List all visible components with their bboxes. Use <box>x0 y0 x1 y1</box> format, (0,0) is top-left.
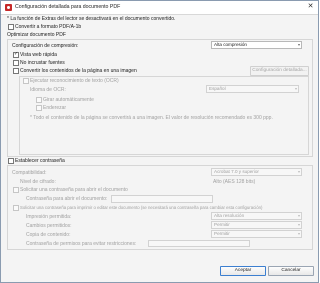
compatibility-label: Compatibilidad: <box>12 170 47 176</box>
convert-image-note: * Todo el contenido de la página se conv… <box>30 115 273 121</box>
print-allowed-select[interactable]: Alta resolución ▾ <box>211 212 302 220</box>
permissions-password-field[interactable] <box>148 240 250 247</box>
compression-select[interactable]: Alta compresión ▾ <box>211 41 302 49</box>
no-embed-fonts-checkbox[interactable] <box>13 60 19 66</box>
auto-rotate-label: Girar automáticamente <box>43 97 94 103</box>
chevron-down-icon: ▾ <box>297 231 300 236</box>
permissions-password-checkbox[interactable] <box>13 205 19 211</box>
encryption-value: Alto (AES 128 bits) <box>213 179 256 185</box>
close-button[interactable]: ✕ <box>306 3 315 11</box>
fast-web-label: Vista web rápida <box>20 52 57 58</box>
chevron-down-icon: ▾ <box>294 86 297 91</box>
detailed-settings-button[interactable]: Configuración detallada... <box>250 66 309 76</box>
auto-rotate-checkbox[interactable] <box>36 97 42 103</box>
ocr-group: Ejecutar reconocimiento de texto (OCR) I… <box>19 76 309 155</box>
convert-images-label: Convertir los contenidos de la página en… <box>20 68 137 74</box>
open-password-checkbox[interactable] <box>13 187 19 193</box>
pdfa-checkbox[interactable] <box>8 24 14 30</box>
app-icon <box>5 4 12 11</box>
ocr-label: Ejecutar reconocimiento de texto (OCR) <box>30 78 119 84</box>
set-password-checkbox[interactable] <box>8 158 14 164</box>
ocr-language-value: Español <box>209 86 226 91</box>
chevron-down-icon: ▾ <box>297 169 300 174</box>
ocr-checkbox[interactable] <box>23 78 29 84</box>
ocr-language-label: Idioma de OCR: <box>30 87 66 93</box>
print-allowed-value: Alta resolución <box>214 213 245 218</box>
chevron-down-icon: ▾ <box>297 213 300 218</box>
reader-extras-note: * La función de Extras del lector se des… <box>7 16 176 22</box>
chevron-down-icon: ▾ <box>297 222 300 227</box>
dialog-content: * La función de Extras del lector se des… <box>1 15 318 282</box>
accept-button[interactable]: Aceptar <box>220 266 266 276</box>
password-group: Compatibilidad: Acrobat 7.0 y superior ▾… <box>7 165 313 250</box>
chevron-down-icon: ▾ <box>297 42 300 47</box>
content-copy-select[interactable]: Permitir ▾ <box>211 230 302 238</box>
pdfa-label: Convertir a formato PDF/A-1b <box>15 24 82 30</box>
print-allowed-label: Impresión permitida: <box>26 214 72 220</box>
open-password-request-label: Solicitar una contraseña para abrir el d… <box>20 187 128 193</box>
permissions-password-label: Contraseña de permisos para evitar restr… <box>26 241 137 247</box>
permissions-password-request-label: Solicitar una contraseña para imprimir o… <box>20 205 263 210</box>
changes-allowed-label: Cambios permitidos: <box>26 223 72 229</box>
title-bar: Configuración detallada para documento P… <box>1 1 318 15</box>
encryption-label: Nivel de cifrado: <box>20 179 56 185</box>
dialog-title: Configuración detallada para documento P… <box>15 4 121 10</box>
ocr-language-select[interactable]: Español ▾ <box>206 85 299 93</box>
optimize-group: Configuración de compresión: Alta compre… <box>7 39 313 157</box>
changes-allowed-value: Permitir <box>214 222 230 227</box>
convert-images-checkbox[interactable] <box>13 68 19 74</box>
straighten-label: Enderezar <box>43 105 67 111</box>
open-password-field[interactable] <box>111 195 213 203</box>
fast-web-checkbox[interactable] <box>13 51 19 58</box>
compression-label: Configuración de compresión: <box>12 43 79 49</box>
no-embed-fonts-label: No incrustar fuentes <box>20 60 65 66</box>
pdf-settings-dialog: Configuración detallada para documento P… <box>0 0 319 283</box>
compression-value: Alta compresión <box>214 42 247 47</box>
straighten-checkbox[interactable] <box>36 105 42 111</box>
compatibility-select[interactable]: Acrobat 7.0 y superior ▾ <box>211 168 302 176</box>
optimize-header: Optimizar documento PDF <box>7 32 66 38</box>
open-password-label: Contraseña para abrir el documento: <box>26 196 108 202</box>
changes-allowed-select[interactable]: Permitir ▾ <box>211 221 302 229</box>
compatibility-value: Acrobat 7.0 y superior <box>214 169 259 174</box>
content-copy-value: Permitir <box>214 231 230 236</box>
set-password-label: Establecer contraseña <box>15 158 65 164</box>
cancel-button[interactable]: Cancelar <box>268 266 314 276</box>
content-copy-label: Copia de contenido: <box>26 232 71 238</box>
